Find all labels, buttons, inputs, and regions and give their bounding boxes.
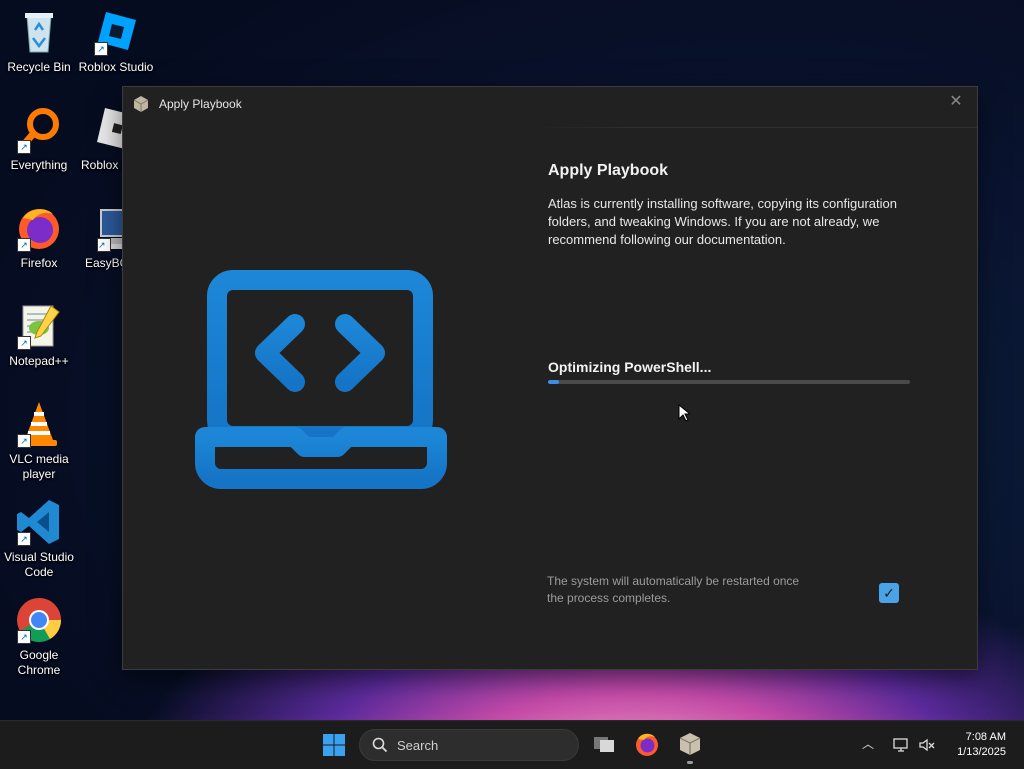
volume-muted-icon[interactable] [918, 736, 936, 754]
shortcut-arrow-icon: ↗ [94, 42, 108, 56]
desktop-icon-label: Google Chrome [17, 648, 61, 677]
network-icon[interactable] [892, 736, 910, 754]
firefox-icon: ↗ [15, 204, 63, 252]
desktop-icon-label: Roblox P [81, 158, 127, 172]
desktop-icon-vscode[interactable]: ↗ Visual Studio Code [0, 498, 78, 580]
vscode-icon: ↗ [15, 498, 63, 546]
desktop-icon-label: Firefox [20, 256, 58, 270]
notepad-plus-plus-icon: ↗ [15, 302, 63, 350]
laptop-code-icon [195, 267, 447, 489]
taskbar-firefox-icon[interactable] [634, 731, 660, 757]
vlc-icon: ↗ [15, 400, 63, 448]
desktop-icon-everything[interactable]: ↗ Everything [0, 106, 78, 173]
restart-note: The system will automatically be restart… [547, 574, 800, 605]
page-title: Apply Playbook [548, 162, 669, 179]
everything-search-icon: ↗ [15, 106, 63, 154]
progress-status-label: Optimizing PowerShell... [548, 359, 712, 375]
taskbar-atlas-playbook-icon[interactable] [677, 731, 703, 757]
mouse-cursor-icon [678, 403, 692, 422]
title-bar[interactable]: Apply Playbook ✕ [123, 87, 977, 121]
shortcut-arrow-icon: ↗ [97, 238, 111, 252]
desktop-icon-label: Roblox Studio [78, 60, 154, 74]
header-divider [533, 127, 977, 128]
active-app-indicator [687, 761, 693, 764]
shortcut-arrow-icon: ↗ [17, 336, 31, 350]
shortcut-arrow-icon: ↗ [17, 434, 31, 448]
desktop-icon-label: Notepad++ [9, 354, 69, 368]
close-button[interactable]: ✕ [945, 91, 967, 113]
description-text: Atlas is currently installing software, … [548, 196, 897, 247]
auto-restart-checkbox[interactable]: ✓ [879, 583, 899, 603]
start-button[interactable] [322, 733, 346, 757]
clock-time: 7:08 AM [965, 731, 1006, 743]
window-title: Apply Playbook [159, 97, 242, 111]
progress-bar [548, 380, 910, 384]
taskbar-search-box[interactable]: Search [359, 729, 579, 761]
show-hidden-icons-chevron-icon[interactable]: ︿ [860, 735, 876, 751]
desktop-icon-notepad-plus-plus[interactable]: ↗ Notepad++ [0, 302, 78, 369]
desktop-icon-label: VLC media player [9, 452, 69, 481]
search-placeholder: Search [397, 738, 439, 753]
checkmark-icon: ✓ [883, 585, 895, 601]
shortcut-arrow-icon: ↗ [17, 140, 31, 154]
desktop-icon-recycle-bin[interactable]: Recycle Bin [0, 8, 78, 75]
taskbar: Search ︿ 7:08 AM 1/13/2025 [0, 720, 1024, 769]
taskbar-clock[interactable]: 7:08 AM 1/13/2025 [957, 730, 1006, 760]
roblox-studio-icon: ↗ [92, 8, 140, 56]
task-view-icon[interactable] [591, 731, 617, 757]
desktop-icon-roblox-studio[interactable]: ↗ Roblox Studio [77, 8, 155, 75]
apply-playbook-window: Apply Playbook ✕ Apply Playbook Atlas is… [122, 86, 978, 670]
clock-date: 1/13/2025 [957, 746, 1006, 758]
recycle-bin-icon [15, 8, 63, 56]
shortcut-arrow-icon: ↗ [17, 532, 31, 546]
desktop-icon-chrome[interactable]: ↗ Google Chrome [0, 596, 78, 678]
progress-bar-fill [548, 380, 559, 384]
shortcut-arrow-icon: ↗ [17, 238, 31, 252]
windows-logo-icon [323, 734, 345, 756]
search-icon [372, 737, 388, 753]
desktop-icon-firefox[interactable]: ↗ Firefox [0, 204, 78, 271]
desktop-icon-label: Everything [10, 158, 68, 172]
desktop-icon-label: Recycle Bin [7, 60, 71, 74]
atlas-playbook-icon [132, 95, 150, 113]
chrome-icon: ↗ [15, 596, 63, 644]
desktop-icon-label: Visual Studio Code [4, 550, 74, 579]
desktop-icon-vlc[interactable]: ↗ VLC media player [0, 400, 78, 482]
desktop-icon-roblox-player[interactable]: Roblox P [77, 106, 127, 173]
shortcut-arrow-icon: ↗ [17, 630, 31, 644]
